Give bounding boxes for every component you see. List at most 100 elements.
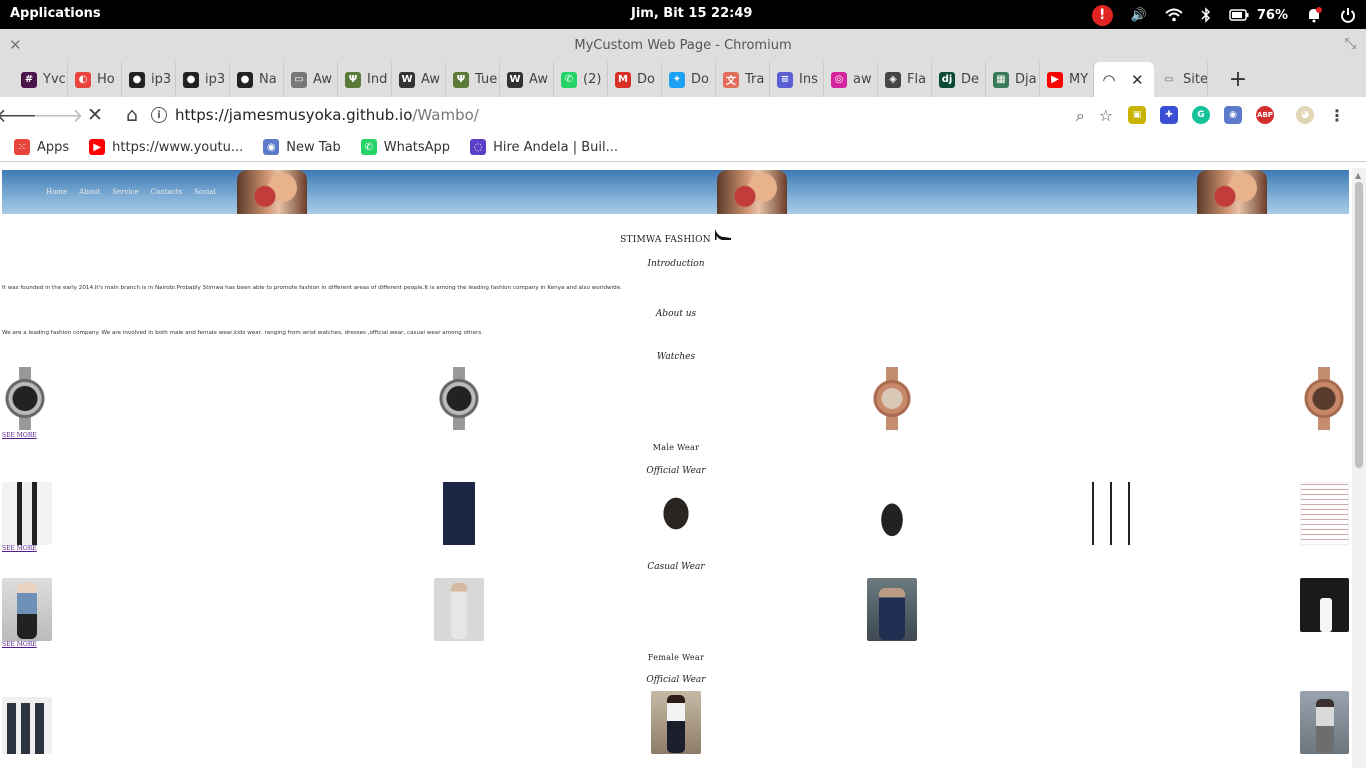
bookmark-item[interactable]: ◌ Hire Andela | Buil...: [470, 139, 618, 155]
bookmark-item[interactable]: ◉ New Tab: [263, 139, 341, 155]
tab[interactable]: ▭ Site: [1154, 62, 1208, 97]
nav-link-about[interactable]: About: [79, 188, 100, 196]
address-bar[interactable]: i https://jamesmusyoka.github.io/Wambo/ …: [143, 100, 1113, 130]
bluetooth-icon[interactable]: [1201, 4, 1211, 26]
window-restore-icon[interactable]: ⤡: [1345, 36, 1356, 52]
watch-image[interactable]: [1302, 367, 1346, 430]
tab[interactable]: ● ip3: [122, 62, 176, 97]
power-icon[interactable]: [1340, 4, 1356, 26]
grammarly-icon[interactable]: G: [1192, 106, 1210, 124]
browser-menu-icon[interactable]: ⋮: [1328, 106, 1346, 125]
gmail-icon: M: [615, 71, 631, 88]
tab[interactable]: ● ip3: [176, 62, 230, 97]
bookmark-label: Hire Andela | Buil...: [493, 139, 619, 155]
casual-wear-image[interactable]: [1300, 578, 1349, 632]
new-tab-plus-icon[interactable]: +: [1220, 62, 1256, 97]
alert-icon[interactable]: !: [1091, 4, 1113, 26]
tab-label: Aw: [421, 72, 440, 87]
applications-menu[interactable]: Applications: [10, 6, 101, 21]
official-wear-image[interactable]: [434, 482, 484, 545]
battery-icon[interactable]: 76%: [1229, 4, 1288, 26]
wifi-icon[interactable]: [1165, 4, 1183, 26]
tab[interactable]: W Aw: [500, 62, 554, 97]
nav-link-home[interactable]: Home: [46, 188, 67, 196]
volume-icon[interactable]: 🔊: [1131, 4, 1147, 26]
tab[interactable]: ● Na: [230, 62, 284, 97]
female-wear-image[interactable]: [1300, 691, 1349, 754]
official-wear-image[interactable]: [218, 482, 268, 545]
bookmark-star-icon[interactable]: ☆: [1099, 106, 1113, 126]
tab-label: Yvc: [43, 72, 66, 87]
profile-avatar[interactable]: ◕: [1296, 106, 1314, 124]
watch-image[interactable]: [870, 367, 914, 430]
extension-screenshot-icon[interactable]: ▣: [1128, 106, 1146, 124]
extensions-area: ▣ ✚ G ◉ ABP ◕ ⋮: [1128, 106, 1346, 125]
slack-icon: #: [21, 71, 37, 88]
bookmark-label: https://www.youtu...: [112, 139, 244, 155]
tab[interactable]: ≡ Ins: [770, 62, 824, 97]
see-more-link[interactable]: SEE MORE: [2, 432, 37, 439]
tab[interactable]: ▶ MY: [1040, 62, 1094, 97]
tab[interactable]: ✦ Do: [662, 62, 716, 97]
whatsapp-icon: ✆: [561, 71, 577, 88]
whatsapp-icon: ✆: [360, 139, 377, 155]
casual-wear-image[interactable]: [434, 578, 484, 641]
see-more-link[interactable]: SEE MORE: [2, 545, 37, 552]
casual-wear-image[interactable]: [2, 578, 52, 641]
instagram-icon: ◎: [831, 71, 847, 88]
site-info-icon[interactable]: i: [151, 107, 167, 123]
scroll-up-arrow-icon[interactable]: ▲: [1355, 171, 1361, 180]
nav-link-service[interactable]: Service: [112, 188, 139, 196]
bookmark-item[interactable]: ▶ https://www.youtu...: [89, 139, 243, 155]
official-wear-image[interactable]: [651, 482, 701, 545]
tab[interactable]: M Do: [608, 62, 662, 97]
tab[interactable]: dj De: [932, 62, 986, 97]
tab[interactable]: ◐ Ho: [68, 62, 122, 97]
system-clock[interactable]: Jim, Bit 15 22:49: [631, 6, 752, 21]
casual-wear-image[interactable]: [867, 578, 917, 641]
official-wear-image[interactable]: [2, 482, 52, 545]
tab[interactable]: # Yvc: [14, 62, 68, 97]
tab[interactable]: W Aw: [392, 62, 446, 97]
notification-bell-icon[interactable]: [1306, 4, 1322, 26]
watch-image[interactable]: [3, 367, 47, 430]
page-scrollbar[interactable]: ▲: [1352, 168, 1366, 768]
introduction-text: It was founded in the early 2014.It's ma…: [2, 285, 622, 291]
tab[interactable]: Ψ Ind: [338, 62, 392, 97]
tab[interactable]: ▦ Dja: [986, 62, 1040, 97]
female-wear-image[interactable]: [2, 697, 52, 754]
see-more-link[interactable]: SEE MORE: [2, 641, 37, 648]
nav-link-social[interactable]: Social: [194, 188, 216, 196]
female-wear-image[interactable]: [651, 691, 701, 754]
tab-active[interactable]: ◠ ✕: [1094, 62, 1154, 97]
forward-arrow-icon[interactable]: 🡒: [33, 99, 84, 131]
bookmark-item[interactable]: ✆ WhatsApp: [360, 139, 450, 155]
bookmark-item[interactable]: ⁙ Apps: [14, 139, 69, 155]
stop-loading-icon[interactable]: ✕: [79, 99, 111, 131]
male-wear-heading: Male Wear: [652, 443, 700, 452]
tab[interactable]: ◎ aw: [824, 62, 878, 97]
site-nav: Home About Service Contacts Social: [46, 188, 216, 196]
wikipedia-icon: W: [507, 71, 523, 88]
extensions-puzzle-icon[interactable]: ✚: [1160, 106, 1178, 124]
tab[interactable]: 文 Tra: [716, 62, 770, 97]
extension-tab-icon[interactable]: ◉: [1224, 106, 1242, 124]
tab[interactable]: ▭ Aw: [284, 62, 338, 97]
nav-link-contacts[interactable]: Contacts: [151, 188, 182, 196]
tab[interactable]: ◈ Fla: [878, 62, 932, 97]
official-wear-image[interactable]: [1084, 482, 1134, 545]
tab-label: MY: [1069, 72, 1089, 87]
tab-label: Do: [637, 72, 655, 87]
github-icon: ●: [129, 71, 145, 88]
female-wear-heading: Female Wear: [647, 653, 705, 662]
zoom-search-icon[interactable]: ⌕: [1076, 106, 1085, 126]
tab-label: Ins: [799, 72, 818, 87]
official-wear-image[interactable]: [1300, 482, 1349, 545]
tab[interactable]: ✆ (2): [554, 62, 608, 97]
tab-close-icon[interactable]: ✕: [1131, 71, 1144, 89]
watch-image[interactable]: [437, 367, 481, 430]
tab[interactable]: Ψ Tue: [446, 62, 500, 97]
official-wear-image[interactable]: [867, 482, 917, 545]
adblock-icon[interactable]: ABP: [1256, 106, 1274, 124]
scrollbar-thumb[interactable]: [1355, 182, 1363, 468]
